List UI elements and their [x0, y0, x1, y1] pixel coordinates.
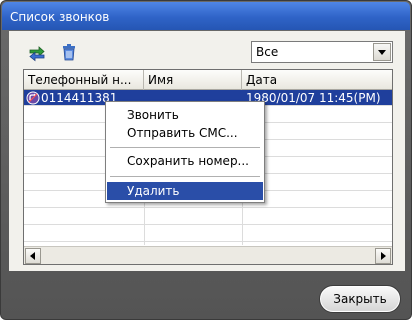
scroll-right-button[interactable] — [375, 248, 391, 264]
trash-icon[interactable] — [59, 42, 79, 62]
horizontal-scrollbar[interactable] — [24, 246, 392, 264]
menu-item-save-number[interactable]: Сохранить номер... — [107, 152, 263, 170]
close-button[interactable]: Закрыть — [319, 285, 401, 313]
table-row[interactable] — [24, 209, 392, 225]
menu-separator — [110, 147, 260, 148]
context-menu: Звонить Отправить СМС... Сохранить номер… — [105, 101, 265, 203]
column-header-date[interactable]: Дата — [242, 70, 392, 90]
scroll-left-button[interactable] — [25, 248, 41, 264]
row-date: 1980/01/07 11:45(PM) — [246, 91, 381, 105]
column-header-name[interactable]: Имя — [144, 70, 242, 90]
title-bar: Список звонков — [2, 2, 410, 30]
missed-call-icon — [26, 91, 40, 105]
dropdown-button[interactable] — [373, 43, 391, 61]
menu-item-delete[interactable]: Удалить — [107, 182, 263, 200]
column-header-phone[interactable]: Телефонный н... — [24, 70, 144, 90]
menu-separator — [110, 176, 260, 177]
table-header: Телефонный н... Имя Дата — [24, 70, 392, 90]
swap-arrows-icon[interactable] — [27, 43, 47, 63]
arrow-right-icon — [381, 252, 386, 260]
filter-selected-value: Все — [256, 45, 279, 59]
arrow-left-icon — [30, 252, 35, 260]
table-row[interactable] — [24, 226, 392, 242]
close-button-label: Закрыть — [333, 292, 387, 306]
call-filter-dropdown[interactable]: Все — [251, 41, 393, 63]
chevron-down-icon — [378, 50, 386, 55]
menu-item-call[interactable]: Звонить — [107, 106, 263, 124]
window-title: Список звонков — [10, 10, 110, 24]
menu-item-send-sms[interactable]: Отправить СМС... — [107, 124, 263, 142]
call-list-window: Список звонков Все Телефонный н... Имя Д… — [0, 0, 412, 320]
